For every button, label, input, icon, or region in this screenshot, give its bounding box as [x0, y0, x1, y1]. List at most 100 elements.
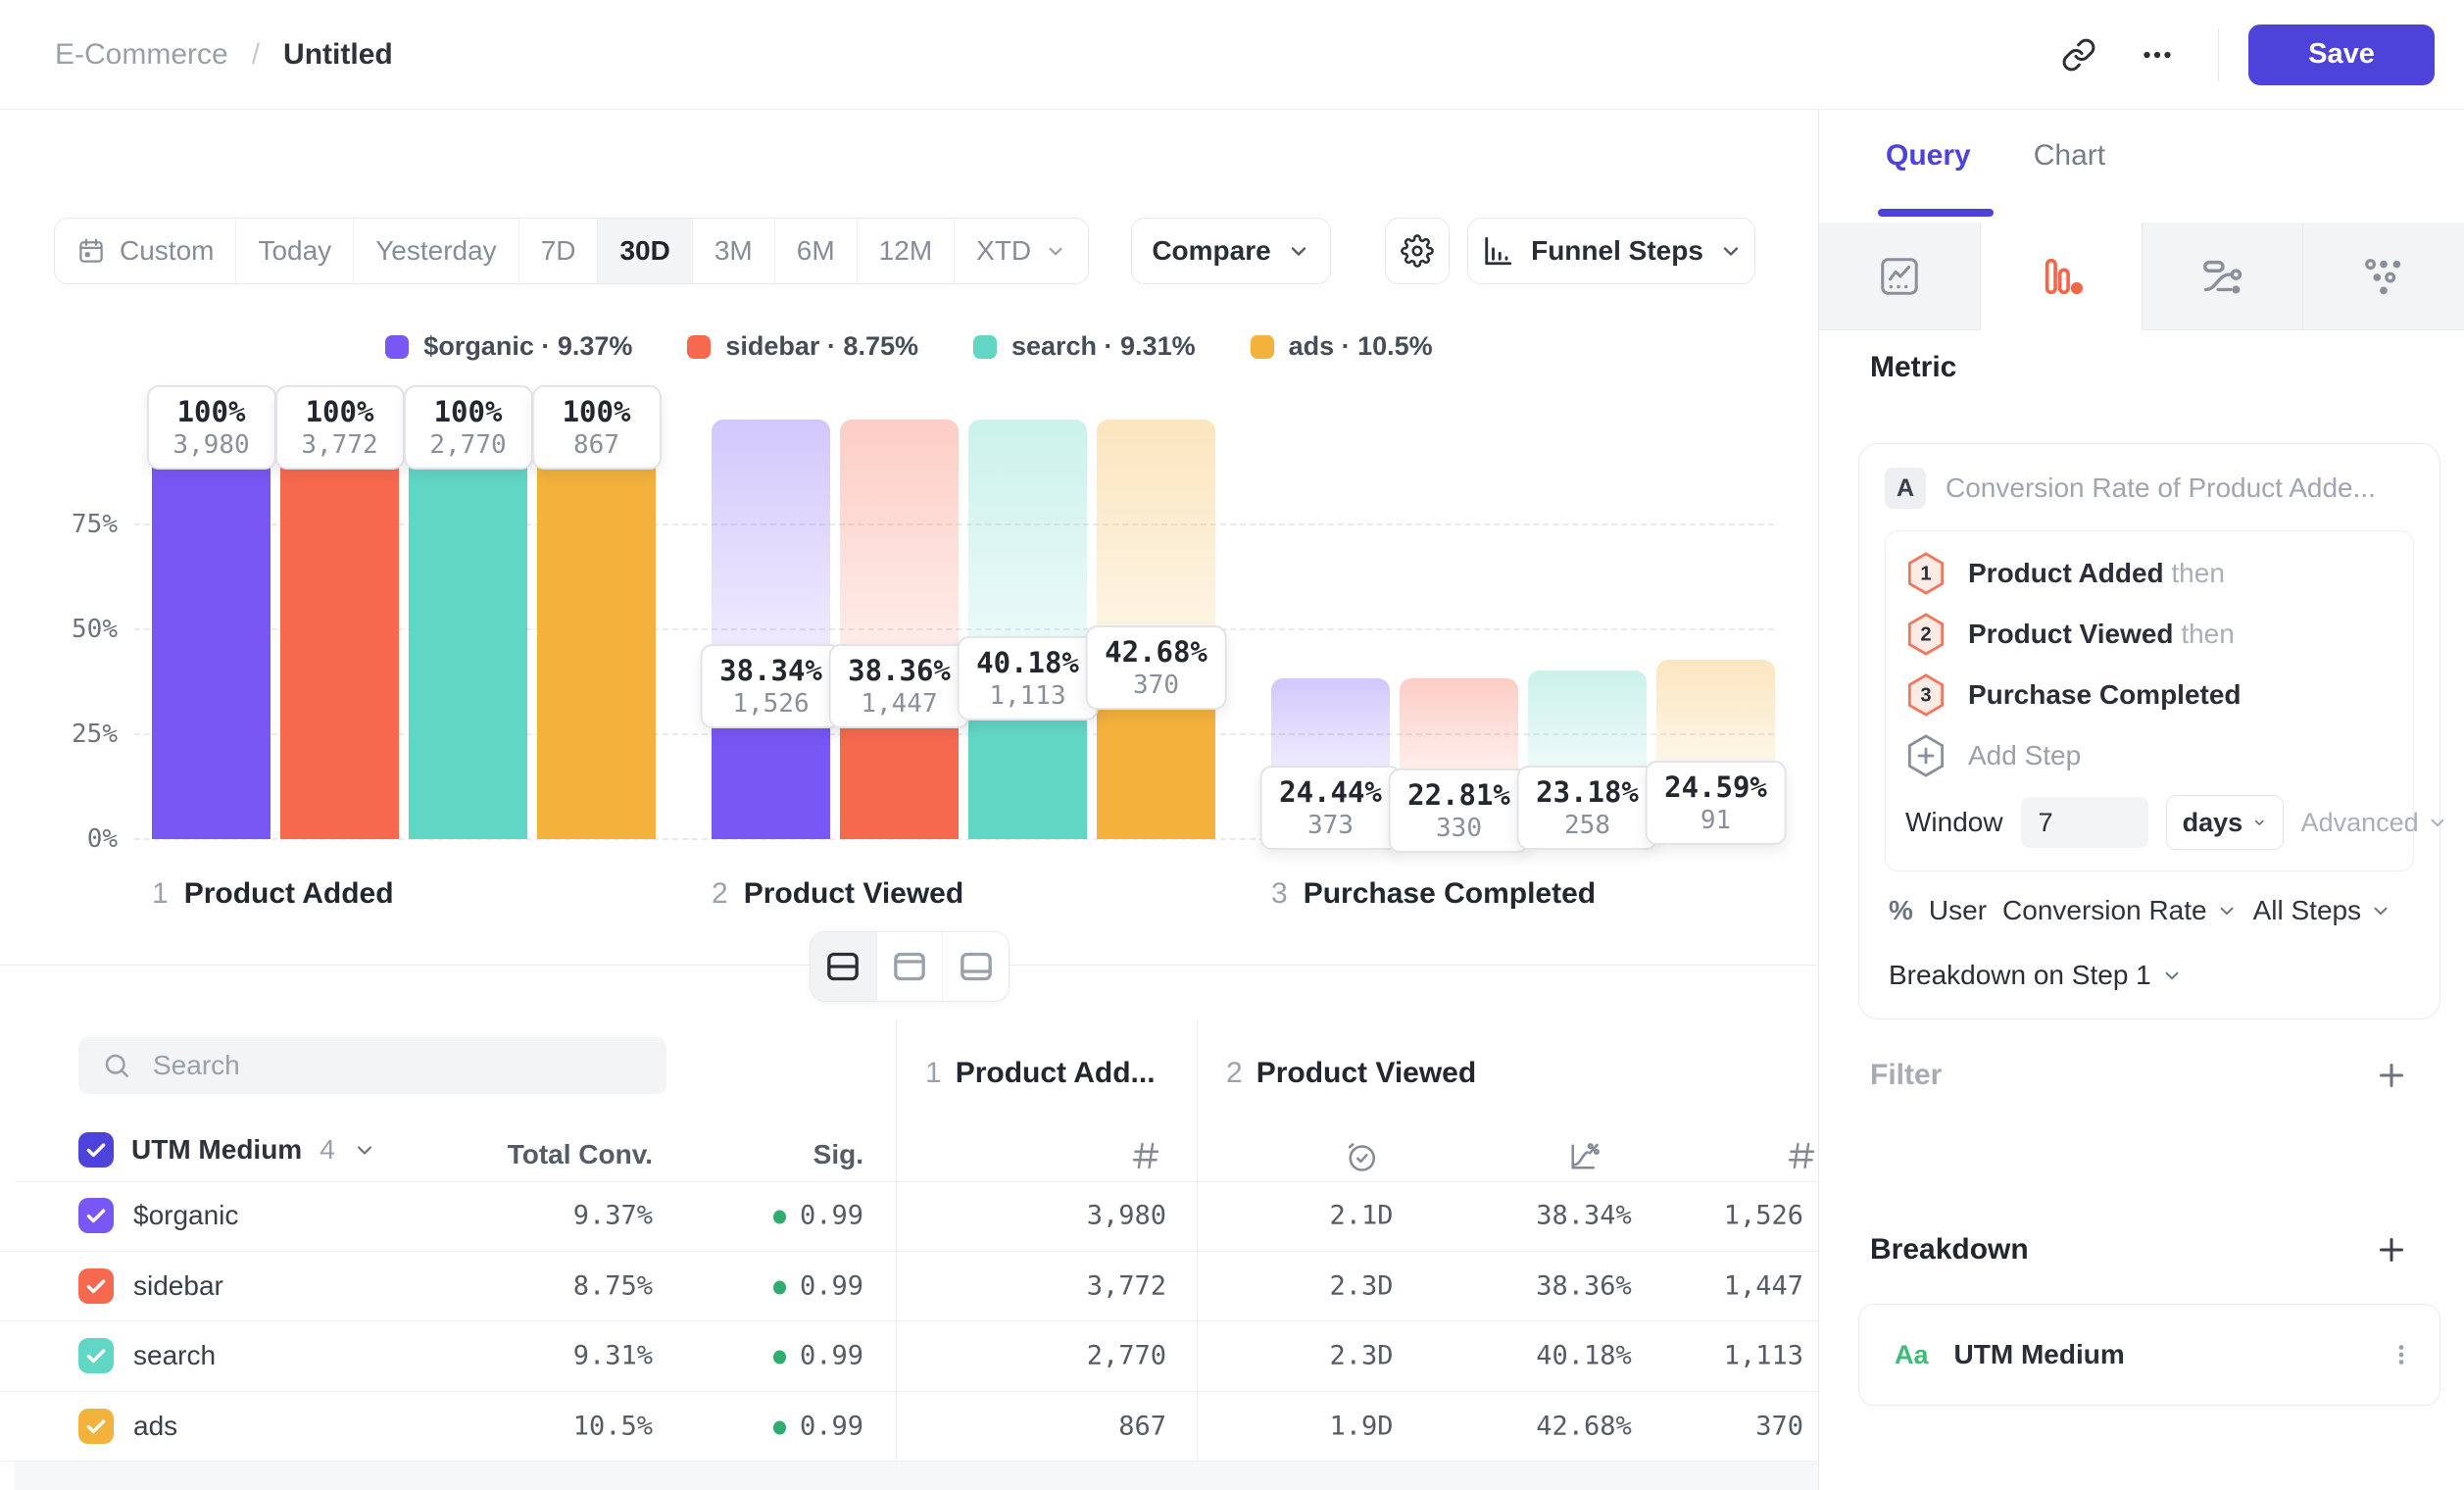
window-value-input[interactable]	[2021, 797, 2148, 848]
breadcrumb-title[interactable]: Untitled	[283, 38, 393, 72]
metric-step-product-added[interactable]: 1Product Added then	[1905, 543, 2393, 604]
layout-toggle-chart-only[interactable]	[877, 932, 944, 1001]
link-icon	[2061, 37, 2096, 73]
compare-label: Compare	[1152, 235, 1270, 267]
legend-item-search[interactable]: search · 9.31%	[973, 331, 1196, 362]
legend-swatch	[687, 335, 711, 359]
bar-conversion-pct: 100%	[552, 395, 642, 428]
layout-toggle	[810, 931, 1010, 1002]
legend-label: ads · 10.5%	[1289, 331, 1433, 362]
conversion-window-row: Window days Advanced	[1905, 786, 2393, 859]
bar-organic-step1[interactable]	[152, 420, 271, 839]
more-options-button[interactable]	[2126, 24, 2189, 86]
add-step-button[interactable]: Add Step	[1905, 725, 2393, 786]
step-axis-label-1: 1Product Added	[152, 877, 394, 911]
search-input[interactable]	[151, 1049, 643, 1082]
chart-only-icon	[890, 947, 929, 986]
breakdown-on-select[interactable]: Breakdown on Step 1	[1885, 946, 2414, 1013]
hash-icon[interactable]	[1785, 1139, 1818, 1172]
avg-time-icon[interactable]	[1344, 1139, 1379, 1174]
breakdown-item[interactable]: Aa UTM Medium	[1858, 1304, 2440, 1406]
chart-type-funnel[interactable]	[1981, 223, 2143, 330]
select-all-checkbox[interactable]	[78, 1132, 114, 1167]
chart-type-line[interactable]	[1819, 223, 1981, 330]
window-unit-select[interactable]: days	[2166, 795, 2284, 850]
step-hexagon-icon: 1	[1905, 551, 1947, 596]
row-checkbox[interactable]	[78, 1338, 114, 1373]
metric-title-row[interactable]: A Conversion Rate of Product Adde...	[1885, 468, 2414, 509]
legend-item-ads[interactable]: ads · 10.5%	[1251, 331, 1433, 362]
measure-entity[interactable]: User	[1929, 895, 1987, 926]
share-link-button[interactable]	[2047, 24, 2110, 86]
layout-toggle-table-only[interactable]	[943, 932, 1009, 1001]
range-7d[interactable]: 7D	[519, 219, 599, 283]
measure-scope-select[interactable]: All Steps	[2253, 895, 2392, 926]
range-custom[interactable]: Custom	[55, 219, 236, 283]
table-step2-header: 2 Product Viewed	[1226, 1057, 1476, 1090]
row-checkbox[interactable]	[78, 1268, 114, 1304]
tab-query[interactable]: Query	[1886, 139, 1971, 173]
bar-sidebar-step1[interactable]	[280, 420, 399, 839]
bar-count: 370	[1105, 670, 1207, 700]
add-step-label: Add Step	[1968, 740, 2081, 771]
legend-item-organic[interactable]: $organic · 9.37%	[385, 331, 632, 362]
table-row-ads[interactable]: ads10.5%0.998671.9D42.68%370	[0, 1392, 1818, 1463]
row-checkbox[interactable]	[78, 1198, 114, 1233]
bar-count: 3,980	[167, 430, 257, 460]
step-number: 3	[1271, 877, 1288, 911]
breakdown-property-name: UTM Medium	[1954, 1339, 2125, 1370]
range-today[interactable]: Today	[236, 219, 354, 283]
row-checkbox[interactable]	[78, 1409, 114, 1444]
group-column-label: UTM Medium	[131, 1134, 302, 1166]
metric-step-suffix: then	[2171, 558, 2225, 588]
col-total-conv[interactable]: Total Conv.	[392, 1139, 653, 1170]
bar-search-step1[interactable]	[409, 420, 527, 839]
legend-item-sidebar[interactable]: sidebar · 8.75%	[687, 331, 918, 362]
legend-swatch	[385, 335, 409, 359]
tab-chart[interactable]: Chart	[2034, 139, 2105, 173]
row-name: search	[133, 1340, 216, 1371]
table-group-header[interactable]: UTM Medium 4	[78, 1132, 376, 1167]
advanced-label: Advanced	[2301, 808, 2419, 838]
legend-swatch	[973, 335, 997, 359]
save-button[interactable]: Save	[2248, 25, 2435, 85]
measure-metric-label: Conversion Rate	[2002, 895, 2207, 926]
table-row-sidebar[interactable]: sidebar8.75%0.993,7722.3D38.36%1,447	[0, 1252, 1818, 1322]
metric-step-purchase-completed[interactable]: 3Purchase Completed	[1905, 665, 2393, 725]
table-row-organic[interactable]: $organic9.37%0.993,9802.1D38.34%1,526	[0, 1181, 1818, 1252]
range-12m[interactable]: 12M	[858, 219, 955, 283]
chart-settings-button[interactable]	[1385, 218, 1450, 284]
conversion-chart-icon[interactable]	[1566, 1139, 1602, 1174]
bar-conversion-pct: 100%	[167, 395, 257, 428]
range-xtd[interactable]: XTD	[955, 219, 1088, 283]
range-3m[interactable]: 3M	[693, 219, 775, 283]
table-footer-strip	[15, 1462, 1818, 1490]
breadcrumb-project[interactable]: E-Commerce	[55, 38, 228, 72]
kebab-menu-icon[interactable]	[2387, 1340, 2416, 1369]
advanced-toggle[interactable]: Advanced	[2301, 808, 2448, 838]
chart-type-journeys[interactable]	[2303, 223, 2464, 330]
bar-label-organic-step1: 100%3,980	[147, 385, 276, 470]
add-filter-button[interactable]	[2374, 1058, 2409, 1093]
row-step2-count: 1,526	[1607, 1201, 1803, 1231]
table-row-search[interactable]: search9.31%0.992,7702.3D40.18%1,113	[0, 1321, 1818, 1392]
layout-toggle-split-view[interactable]	[811, 932, 877, 1001]
measure-metric-select[interactable]: Conversion Rate	[2002, 895, 2238, 926]
compare-button[interactable]: Compare	[1131, 218, 1331, 284]
range-yesterday[interactable]: Yesterday	[354, 219, 519, 283]
range-label: Today	[258, 235, 331, 267]
row-step1-count: 3,980	[931, 1201, 1166, 1231]
col-sig[interactable]: Sig.	[686, 1139, 863, 1170]
range-6m[interactable]: 6M	[775, 219, 858, 283]
metric-step-product-viewed[interactable]: 2Product Viewed then	[1905, 604, 2393, 665]
row-name: ads	[133, 1411, 177, 1442]
chart-view-selector[interactable]: Funnel Steps	[1467, 218, 1755, 284]
date-range-picker: Custom Today Yesterday7D30D3M6M12MXTD	[54, 218, 1089, 284]
step-number: 2	[1226, 1057, 1243, 1090]
bar-ads-step1[interactable]	[537, 420, 656, 839]
chart-type-flow[interactable]	[2143, 223, 2304, 330]
range-30d[interactable]: 30D	[598, 219, 692, 283]
add-breakdown-button[interactable]	[2374, 1232, 2409, 1267]
hash-icon[interactable]	[1129, 1139, 1162, 1172]
legend-swatch	[1251, 335, 1274, 359]
